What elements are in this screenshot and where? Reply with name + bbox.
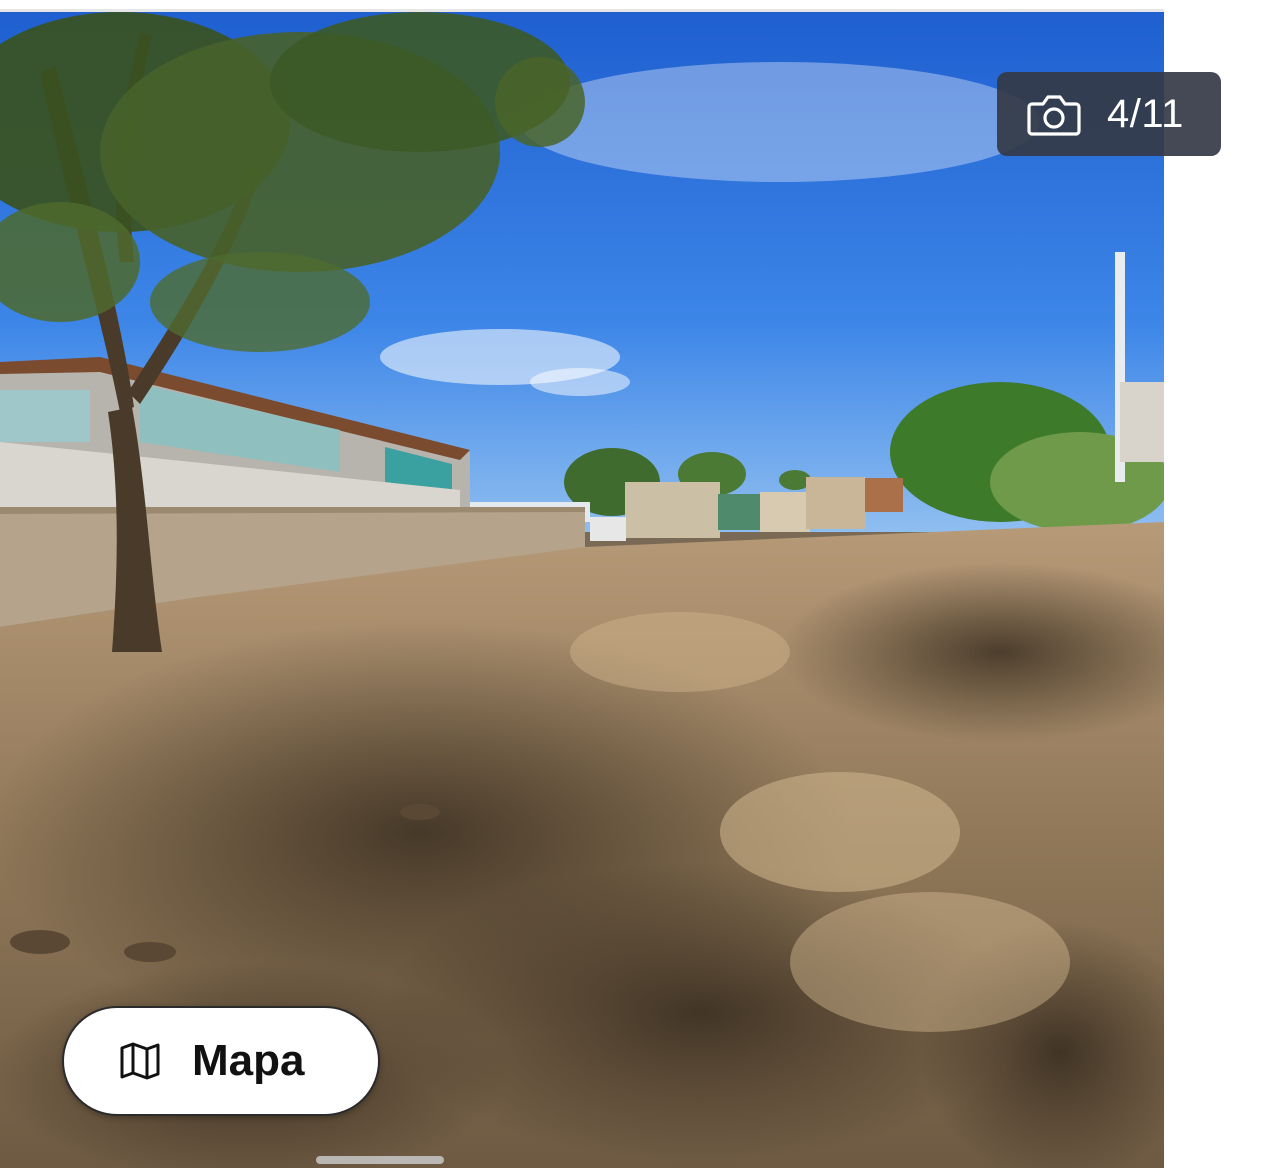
photo-counter-badge: 4/11 — [997, 72, 1221, 156]
map-icon — [120, 1042, 160, 1080]
gallery-photo[interactable] — [0, 12, 1164, 1168]
map-button[interactable]: Mapa — [62, 1006, 380, 1116]
map-button-label: Mapa — [192, 1036, 305, 1085]
camera-icon — [1027, 95, 1081, 136]
property-photo — [0, 12, 1164, 1168]
home-indicator[interactable] — [316, 1156, 444, 1164]
photo-counter-text: 4/11 — [1107, 91, 1184, 136]
photo-gallery-page: 4/11 Mapa — [0, 0, 1280, 1168]
